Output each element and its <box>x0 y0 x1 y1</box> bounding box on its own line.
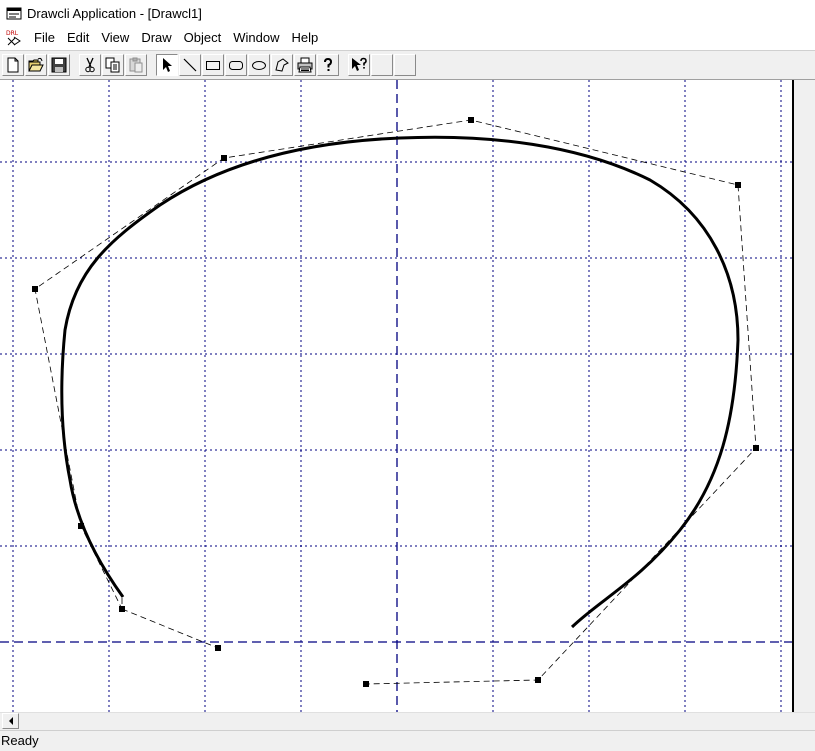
menu-edit[interactable]: Edit <box>61 28 95 48</box>
new-button[interactable] <box>2 54 24 76</box>
context-help-icon <box>352 57 367 71</box>
open-folder-icon <box>28 57 44 72</box>
status-bar: Ready <box>0 730 815 751</box>
drawcli-document-icon[interactable]: DRL <box>6 29 22 47</box>
control-handle[interactable] <box>535 677 541 683</box>
menu-view[interactable]: View <box>95 28 135 48</box>
control-handle[interactable] <box>735 182 741 188</box>
triangle-left-icon <box>8 717 13 725</box>
about-button[interactable] <box>317 54 339 76</box>
control-handle[interactable] <box>119 606 125 612</box>
empty-toolbar-slot <box>394 54 416 76</box>
status-text: Ready <box>1 733 39 748</box>
toolbar-separator <box>71 54 79 76</box>
control-handles[interactable] <box>32 117 759 687</box>
drawing-canvas[interactable] <box>0 80 815 712</box>
horizontal-scrollbar[interactable] <box>0 712 815 730</box>
page-axes <box>0 80 792 712</box>
menu-bar: DRL File Edit View Draw Object Window He… <box>0 27 815 49</box>
polygon-tool-icon <box>275 58 289 72</box>
save-disk-icon <box>51 57 67 73</box>
paste-button[interactable] <box>125 54 147 76</box>
round-rectangle-tool-button[interactable] <box>225 54 247 76</box>
menu-draw[interactable]: Draw <box>135 28 177 48</box>
ellipse-tool-button[interactable] <box>248 54 270 76</box>
open-button[interactable] <box>25 54 47 76</box>
menu-file[interactable]: File <box>28 28 61 48</box>
menu-help[interactable]: Help <box>285 28 324 48</box>
paste-icon <box>129 57 143 73</box>
control-polygon[interactable] <box>34 119 757 685</box>
copy-button[interactable] <box>102 54 124 76</box>
new-document-icon <box>7 57 19 73</box>
question-mark-icon <box>324 57 333 71</box>
drawing-surface[interactable] <box>0 80 792 712</box>
ellipse-tool-icon <box>252 61 266 70</box>
scroll-left-button[interactable] <box>2 713 19 729</box>
rectangle-tool-icon <box>206 61 220 70</box>
vertical-scrollbar[interactable] <box>794 80 815 712</box>
empty-toolbar-slot <box>371 54 393 76</box>
menu-window[interactable]: Window <box>227 28 285 48</box>
toolbar-separator <box>340 54 348 76</box>
toolbar-separator <box>148 54 156 76</box>
grid <box>0 80 792 712</box>
control-handle[interactable] <box>753 445 759 451</box>
drawcli-app-icon[interactable] <box>6 7 22 21</box>
select-tool-button[interactable] <box>156 54 178 76</box>
control-handle[interactable] <box>468 117 474 123</box>
save-button[interactable] <box>48 54 70 76</box>
control-handle[interactable] <box>32 286 38 292</box>
toolbar <box>0 50 815 80</box>
scissors-icon <box>85 57 95 73</box>
window-title: Drawcli Application - [Drawcl1] <box>27 6 202 21</box>
control-handle[interactable] <box>215 645 221 651</box>
copy-icon <box>105 57 120 73</box>
arrow-pointer-icon <box>163 58 172 72</box>
menu-object[interactable]: Object <box>178 28 228 48</box>
printer-icon <box>297 57 313 73</box>
rectangle-tool-button[interactable] <box>202 54 224 76</box>
bezier-curve[interactable] <box>60 135 740 629</box>
title-bar: Drawcli Application - [Drawcl1] <box>0 0 815 27</box>
svg-text:DRL: DRL <box>6 30 19 37</box>
control-handle[interactable] <box>78 523 84 529</box>
print-button[interactable] <box>294 54 316 76</box>
control-handle[interactable] <box>221 155 227 161</box>
cut-button[interactable] <box>79 54 101 76</box>
line-tool-button[interactable] <box>179 54 201 76</box>
control-handle[interactable] <box>363 681 369 687</box>
context-help-button[interactable] <box>348 54 370 76</box>
rounded-rectangle-tool-icon <box>229 61 243 70</box>
line-tool-icon <box>183 58 197 72</box>
polygon-tool-button[interactable] <box>271 54 293 76</box>
